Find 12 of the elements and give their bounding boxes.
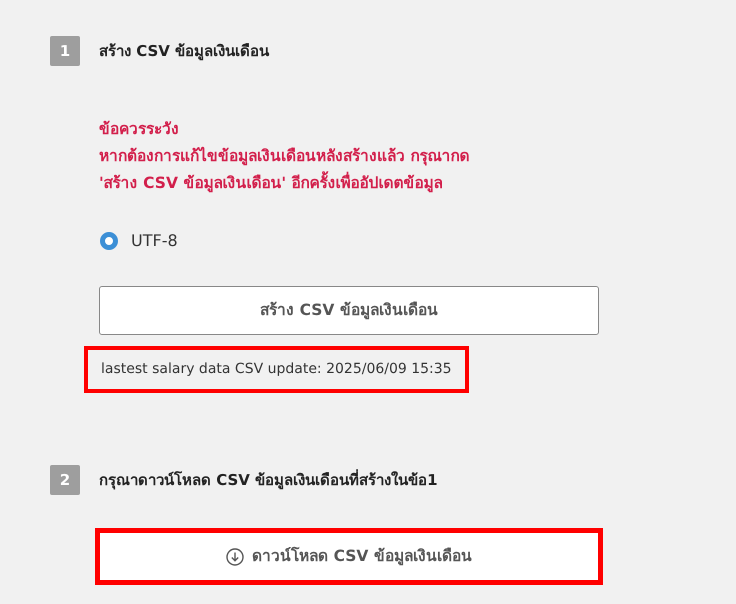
radio-button[interactable] bbox=[100, 232, 118, 250]
warning-text: ข้อควรระวัง bbox=[99, 119, 180, 140]
step-number: 1 bbox=[50, 36, 80, 66]
step-number: 2 bbox=[50, 465, 80, 495]
create-button[interactable]: สร้าง CSV ข้อมูลเงินเดือน bbox=[99, 286, 599, 335]
radio-label: UTF-8 bbox=[131, 230, 178, 252]
warning-text: หากต้องการแก้ไขข้อมูลเงินเดือนหลังสร้างแล้ว กรุณากด bbox=[99, 146, 470, 168]
step-title: สร้าง CSV ข้อมูลเงินเดือน bbox=[99, 40, 270, 62]
warning-text: 'สร้าง CSV ข้อมูลเงินเดือน' อีกครั้งเพื่ออัปเดตข้อมูล bbox=[99, 170, 736, 197]
step-title: กรุณาดาวน์โหลด CSV ข้อมูลเงินเดือนที่สร้างในข้อ1 bbox=[99, 468, 438, 492]
download-icon bbox=[226, 548, 244, 566]
update-note: lastest salary data CSV update: 2025/06/09 15:35 bbox=[84, 346, 469, 393]
